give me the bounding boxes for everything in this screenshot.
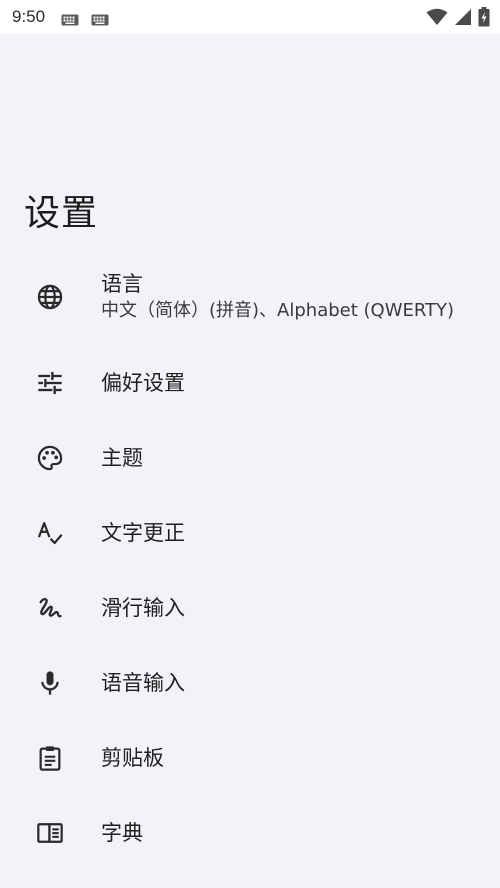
settings-item-title: 语言 (101, 272, 143, 296)
settings-item-title: 主题 (101, 446, 143, 470)
tune-icon (36, 369, 64, 397)
settings-item-title: 字典 (101, 821, 143, 845)
status-time: 9:50 (12, 7, 46, 26)
gesture-icon (36, 594, 64, 622)
settings-item-subtitle: 中文（简体）(拼音)、Alphabet (QWERTY) (101, 300, 455, 321)
settings-item-title: 偏好设置 (101, 371, 185, 395)
status-icons (426, 7, 490, 27)
status-bar: 9:50 (0, 0, 500, 34)
settings-item-title: 滑行输入 (101, 596, 185, 620)
settings-item-language[interactable]: 语言 中文（简体）(拼音)、Alphabet (QWERTY) (0, 260, 500, 334)
signal-icon (455, 9, 471, 25)
settings-item-title: 剪贴板 (101, 746, 164, 770)
settings-item-clipboard[interactable]: 剪贴板 (0, 723, 500, 793)
globe-icon (36, 283, 64, 311)
mic-icon (36, 669, 64, 697)
wifi-icon (426, 8, 448, 25)
clipboard-icon (36, 744, 64, 772)
settings-item-title: 文字更正 (101, 521, 185, 545)
battery-charging-icon (478, 7, 490, 27)
settings-item-preferences[interactable]: 偏好设置 (0, 348, 500, 418)
settings-item-text-correction[interactable]: 文字更正 (0, 498, 500, 568)
spellcheck-icon (36, 519, 64, 547)
page-title: 设置 (24, 193, 99, 234)
dictionary-icon (36, 819, 64, 847)
keyboard-icon (91, 11, 109, 26)
keyboard-icon (61, 11, 79, 26)
settings-item-theme[interactable]: 主题 (0, 423, 500, 493)
palette-icon (36, 444, 64, 472)
settings-item-glide-typing[interactable]: 滑行输入 (0, 573, 500, 643)
settings-item-dictionary[interactable]: 字典 (0, 798, 500, 868)
settings-item-title: 语音输入 (101, 671, 185, 695)
settings-item-voice-input[interactable]: 语音输入 (0, 648, 500, 718)
